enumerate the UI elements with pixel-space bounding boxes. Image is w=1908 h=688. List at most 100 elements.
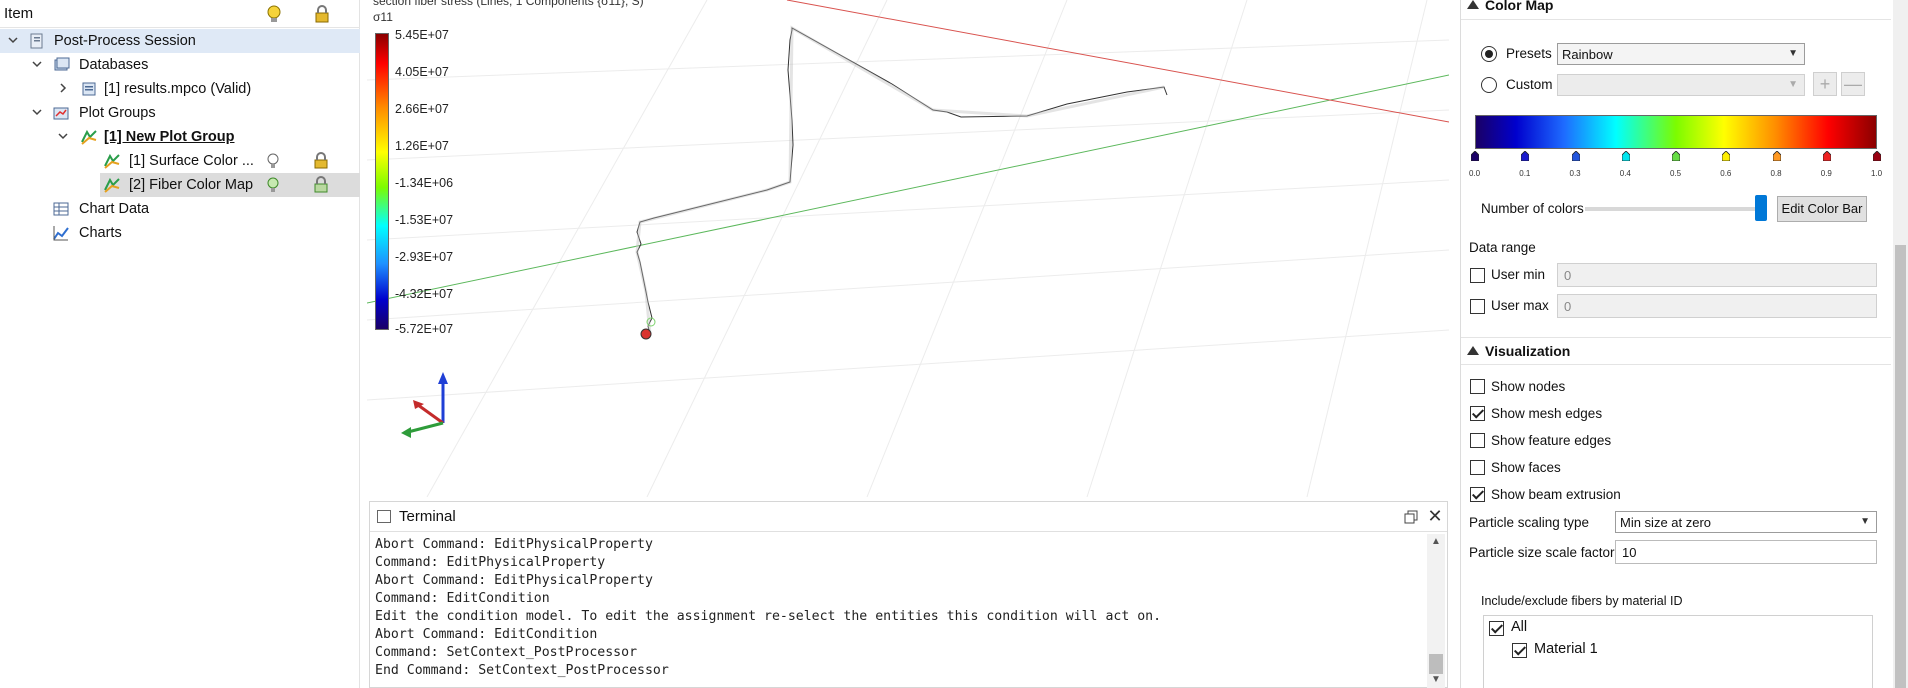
chevron-down-icon[interactable] [30,105,44,119]
color-stop-marker[interactable] [1521,151,1530,161]
terminal-header: Terminal ✕ [370,502,1447,532]
database-icon [54,57,70,71]
remove-color-button[interactable]: — [1841,72,1865,96]
tree-item-new-plot-group[interactable]: [1] New Plot Group [0,125,360,149]
tree-item-results-mpco[interactable]: [1] results.mpco (Valid) [0,77,360,101]
presets-combo[interactable]: Rainbow ▼ [1557,43,1805,65]
scroll-down-icon[interactable]: ▼ [1431,674,1441,685]
tree-item-plot-groups[interactable]: Plot Groups [0,101,360,125]
colorbar-label: -1.53E+07 [395,213,454,227]
show-faces-checkbox[interactable] [1470,460,1485,475]
tree-header-title: Item [4,5,34,22]
custom-radio[interactable] [1481,77,1497,93]
presets-label: Presets [1506,46,1552,61]
terminal-scrollbar[interactable]: ▲ ▼ [1427,534,1445,688]
color-stop-marker[interactable] [1471,151,1479,161]
user-min-input[interactable]: 0 [1557,263,1877,287]
visualization-section-header[interactable]: Visualization [1461,337,1891,365]
color-map-gradient[interactable] [1475,115,1877,149]
show-nodes-checkbox[interactable] [1470,379,1485,394]
terminal-line: Edit the condition model. To edit the as… [375,609,1162,624]
user-min-value: 0 [1564,268,1572,283]
color-stop-tick-label: 0.8 [1770,169,1782,178]
fiber-filter-label: Include/exclude fibers by material ID [1481,594,1683,608]
properties-panel: Color Map Presets Rainbow ▼ Custom ▼ + —… [1460,0,1891,688]
tree-item-chart-data[interactable]: Chart Data [0,197,360,221]
close-icon[interactable]: ✕ [1426,507,1444,525]
terminal-output[interactable]: Abort Command: EditPhysicalProperty Comm… [375,536,1161,680]
tree-item-databases[interactable]: Databases [0,53,360,77]
color-stop-marker[interactable] [1822,151,1831,161]
particle-size-scale-factor-label: Particle size scale factor [1469,545,1615,560]
show-feature-edges-checkbox[interactable] [1470,433,1485,448]
colorbar-label: -5.72E+07 [395,322,454,336]
scroll-thumb[interactable] [1429,654,1443,674]
show-beam-extrusion-checkbox[interactable] [1470,487,1485,502]
tree-header: Item [0,0,360,28]
custom-combo[interactable]: ▼ [1557,74,1805,96]
colorbar-label: 4.05E+07 [395,65,449,79]
fiber-all-checkbox[interactable] [1489,621,1504,636]
tree-item-label: Databases [79,57,149,73]
show-beam-extrusion-label: Show beam extrusion [1491,487,1621,502]
terminal-line: Abort Command: EditPhysicalProperty [375,573,653,588]
visibility-bulb-icon[interactable] [264,152,282,170]
terminal-line: Command: EditPhysicalProperty [375,555,606,570]
chevron-down-icon[interactable] [6,33,20,47]
terminal-panel: Terminal ✕ Abort Command: EditPhysicalPr… [369,501,1448,688]
tree-item-fiber-color-map[interactable]: [2] Fiber Color Map [100,173,360,197]
particle-scaling-type-combo[interactable]: Min size at zero ▼ [1615,511,1877,533]
plot-groups-icon [53,107,69,120]
visibility-bulb-icon[interactable] [264,176,282,194]
color-stop-marker[interactable] [1722,151,1731,161]
color-stop-tick-label: 0.5 [1670,169,1682,178]
chevron-right-icon[interactable] [56,81,70,95]
chevron-down-icon: ▼ [1788,48,1798,59]
chevron-down-icon[interactable] [56,129,70,143]
add-color-button[interactable]: + [1813,72,1837,96]
collapse-triangle-icon[interactable] [1467,0,1479,9]
number-of-colors-slider-thumb[interactable] [1755,195,1767,221]
particle-size-scale-factor-input[interactable]: 10 [1615,540,1877,564]
properties-scrollbar[interactable] [1893,0,1908,688]
color-stop-marker[interactable] [1772,151,1781,161]
colorbar-label: 5.45E+07 [395,28,449,42]
tree-item-post-process-session[interactable]: Post-Process Session [0,29,360,53]
plot-item-icon [104,153,120,169]
color-stop-tick-label: 0.6 [1720,169,1732,178]
edit-color-bar-button[interactable]: Edit Color Bar [1777,196,1867,222]
user-min-label: User min [1491,267,1546,282]
scalar-component-label: σ11 [373,10,393,24]
color-stop-marker[interactable] [1672,151,1680,161]
number-of-colors-slider-track[interactable] [1585,207,1759,211]
presets-radio[interactable] [1481,46,1497,62]
color-stop-marker[interactable] [1621,151,1630,161]
chevron-down-icon[interactable] [30,57,44,71]
collapse-triangle-icon[interactable] [1467,346,1479,355]
user-max-checkbox[interactable] [1470,299,1485,314]
visibility-bulb-icon[interactable] [264,4,284,24]
fiber-material-1-checkbox[interactable] [1512,643,1527,658]
terminal-line: Abort Command: EditPhysicalProperty [375,537,653,552]
user-max-input[interactable]: 0 [1557,294,1877,318]
triad-z-arrow [438,372,448,384]
scroll-thumb[interactable] [1895,245,1906,688]
tree-item-charts[interactable]: Charts [0,221,360,245]
lock-icon[interactable] [312,176,330,194]
chevron-down-icon: ▼ [1860,516,1870,527]
scroll-up-icon[interactable]: ▲ [1431,536,1441,547]
show-mesh-edges-checkbox[interactable] [1470,406,1485,421]
fiber-material-1-label: Material 1 [1534,641,1598,657]
3d-viewport[interactable]: section fiber stress (Lines, 1 Component… [367,0,1449,497]
color-map-section-header[interactable]: Color Map [1461,0,1891,20]
colorbar-label: -2.93E+07 [395,250,454,264]
fiber-all-label: All [1511,619,1528,635]
user-min-checkbox[interactable] [1470,268,1485,283]
tree-item-surface-color[interactable]: [1] Surface Color ... [0,149,360,173]
lock-icon[interactable] [312,4,332,24]
float-window-icon[interactable] [1402,508,1420,526]
lock-icon[interactable] [312,152,330,170]
color-stop-marker[interactable] [1873,151,1881,161]
color-stop-marker[interactable] [1571,151,1580,161]
color-stop-tick-label: 0.4 [1619,169,1631,178]
